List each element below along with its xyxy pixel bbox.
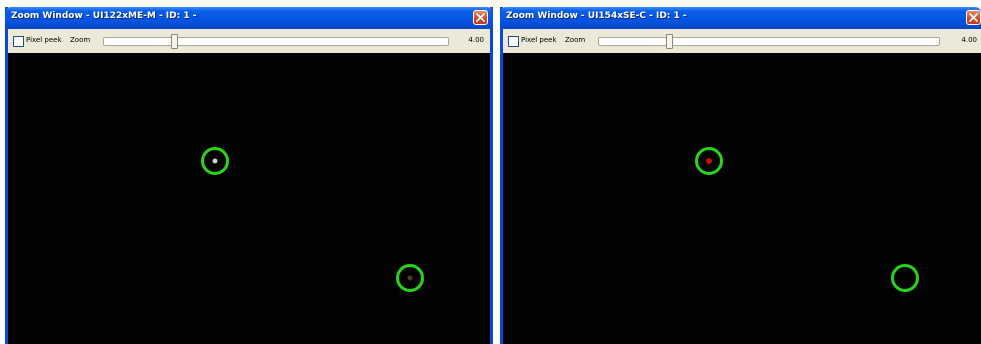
window-title: Zoom Window - UI154xSE-C - ID: 1 - bbox=[506, 11, 687, 21]
viewport-canvas bbox=[201, 147, 424, 292]
viewport-canvas bbox=[695, 147, 919, 292]
zoom-viewport[interactable] bbox=[8, 53, 490, 344]
zoom-slider[interactable] bbox=[103, 34, 449, 49]
marker-lower[interactable] bbox=[891, 264, 919, 292]
marker-upper[interactable] bbox=[201, 147, 229, 175]
pixel-peek-checkbox[interactable] bbox=[508, 36, 519, 47]
zoom-value: 4.00 bbox=[468, 36, 484, 44]
window-title: Zoom Window - UI122xME-M - ID: 1 - bbox=[11, 11, 197, 21]
close-icon bbox=[969, 13, 978, 22]
zoom-window-right[interactable]: Zoom Window - UI154xSE-C - ID: 1 - Pixel… bbox=[500, 7, 981, 344]
pixel-peek-label[interactable]: Pixel peek bbox=[521, 36, 557, 44]
title-bar[interactable]: Zoom Window - UI154xSE-C - ID: 1 - bbox=[500, 7, 981, 29]
marker-center bbox=[706, 158, 712, 164]
marker-center bbox=[902, 275, 908, 281]
zoom-toolbar: Pixel peek Zoom 4.00 bbox=[8, 29, 490, 53]
zoom-toolbar: Pixel peek Zoom 4.00 bbox=[503, 29, 981, 53]
marker-upper[interactable] bbox=[695, 147, 723, 175]
zoom-slider[interactable] bbox=[598, 34, 940, 49]
title-bar[interactable]: Zoom Window - UI122xME-M - ID: 1 - bbox=[5, 7, 493, 29]
pixel-peek-checkbox[interactable] bbox=[13, 36, 24, 47]
zoom-slider-thumb[interactable] bbox=[666, 34, 673, 49]
marker-center bbox=[407, 275, 413, 281]
zoom-value: 4.00 bbox=[961, 36, 977, 44]
marker-lower[interactable] bbox=[396, 264, 424, 292]
zoom-viewport[interactable] bbox=[503, 53, 981, 344]
zoom-window-left[interactable]: Zoom Window - UI122xME-M - ID: 1 - Pixel… bbox=[5, 7, 493, 344]
zoom-slider-thumb[interactable] bbox=[171, 34, 178, 49]
close-icon bbox=[476, 13, 485, 22]
zoom-label: Zoom bbox=[565, 36, 586, 44]
zoom-label: Zoom bbox=[70, 36, 91, 44]
close-button[interactable] bbox=[473, 10, 488, 25]
pixel-peek-label[interactable]: Pixel peek bbox=[26, 36, 62, 44]
close-button[interactable] bbox=[966, 10, 981, 25]
marker-center bbox=[212, 158, 218, 164]
